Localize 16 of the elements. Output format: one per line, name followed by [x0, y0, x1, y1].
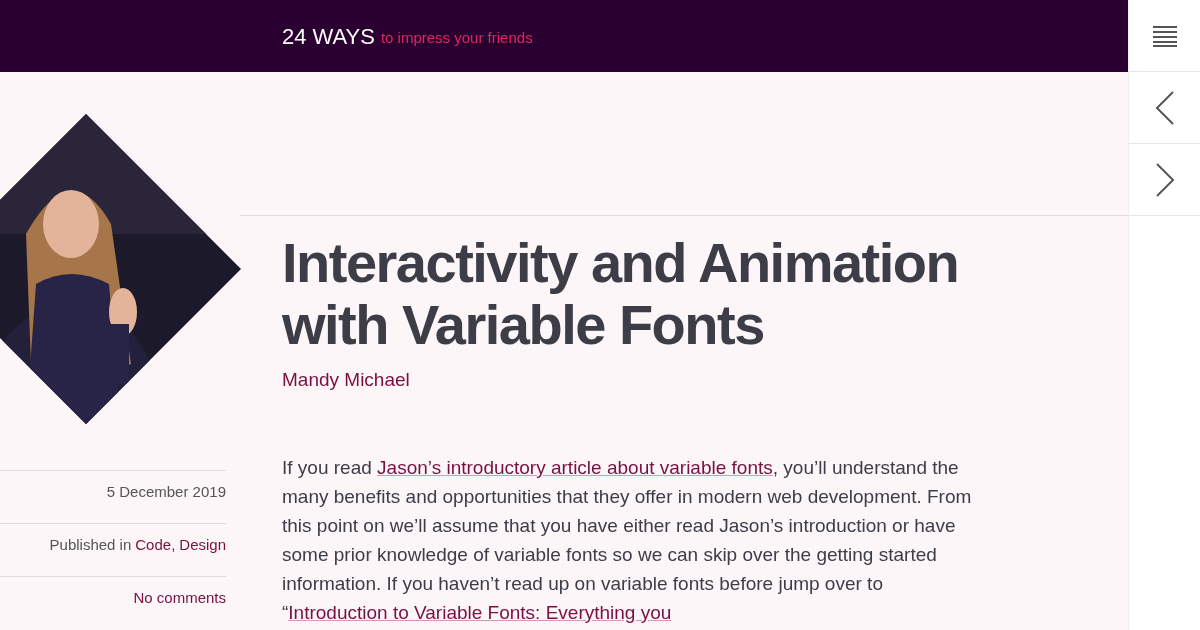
site-tagline: to impress your friends [380, 27, 533, 48]
category-link[interactable]: Code [135, 534, 172, 576]
site-name[interactable]: 24 WAYS [282, 19, 375, 53]
article-paragraph: If you read Jason’s introductory article about variable fonts, you’ll understand the many benefits and opportunities that they offer in modern web development. From this point on we’ll assume that you have either read Jason’s introduction or have some prior knowledge of variable fonts so we can skip over the getting started information. If you haven’t read up on variable fonts before jump over to “Introduction to Variable Fonts: Everything you [282, 455, 973, 625]
comma-separator: , [171, 535, 176, 555]
published-in-label: Published in [49, 535, 132, 555]
inline-link[interactable]: Jason’s introductory article about variable fonts [377, 456, 773, 478]
comments-link[interactable]: No comments [133, 587, 226, 629]
inline-link[interactable]: Introduction to Variable Fonts: Everything you [288, 601, 672, 623]
chevron-right-icon [1154, 162, 1175, 197]
article-title: Interactivity and Animation with Variable Fonts [282, 232, 960, 356]
menu-icon [1151, 24, 1178, 47]
author-link[interactable]: Mandy Michael [282, 366, 1042, 395]
publish-date: 5 December 2019 [106, 482, 226, 502]
chevron-left-icon [1154, 90, 1175, 125]
category-link[interactable]: Design [179, 534, 226, 576]
